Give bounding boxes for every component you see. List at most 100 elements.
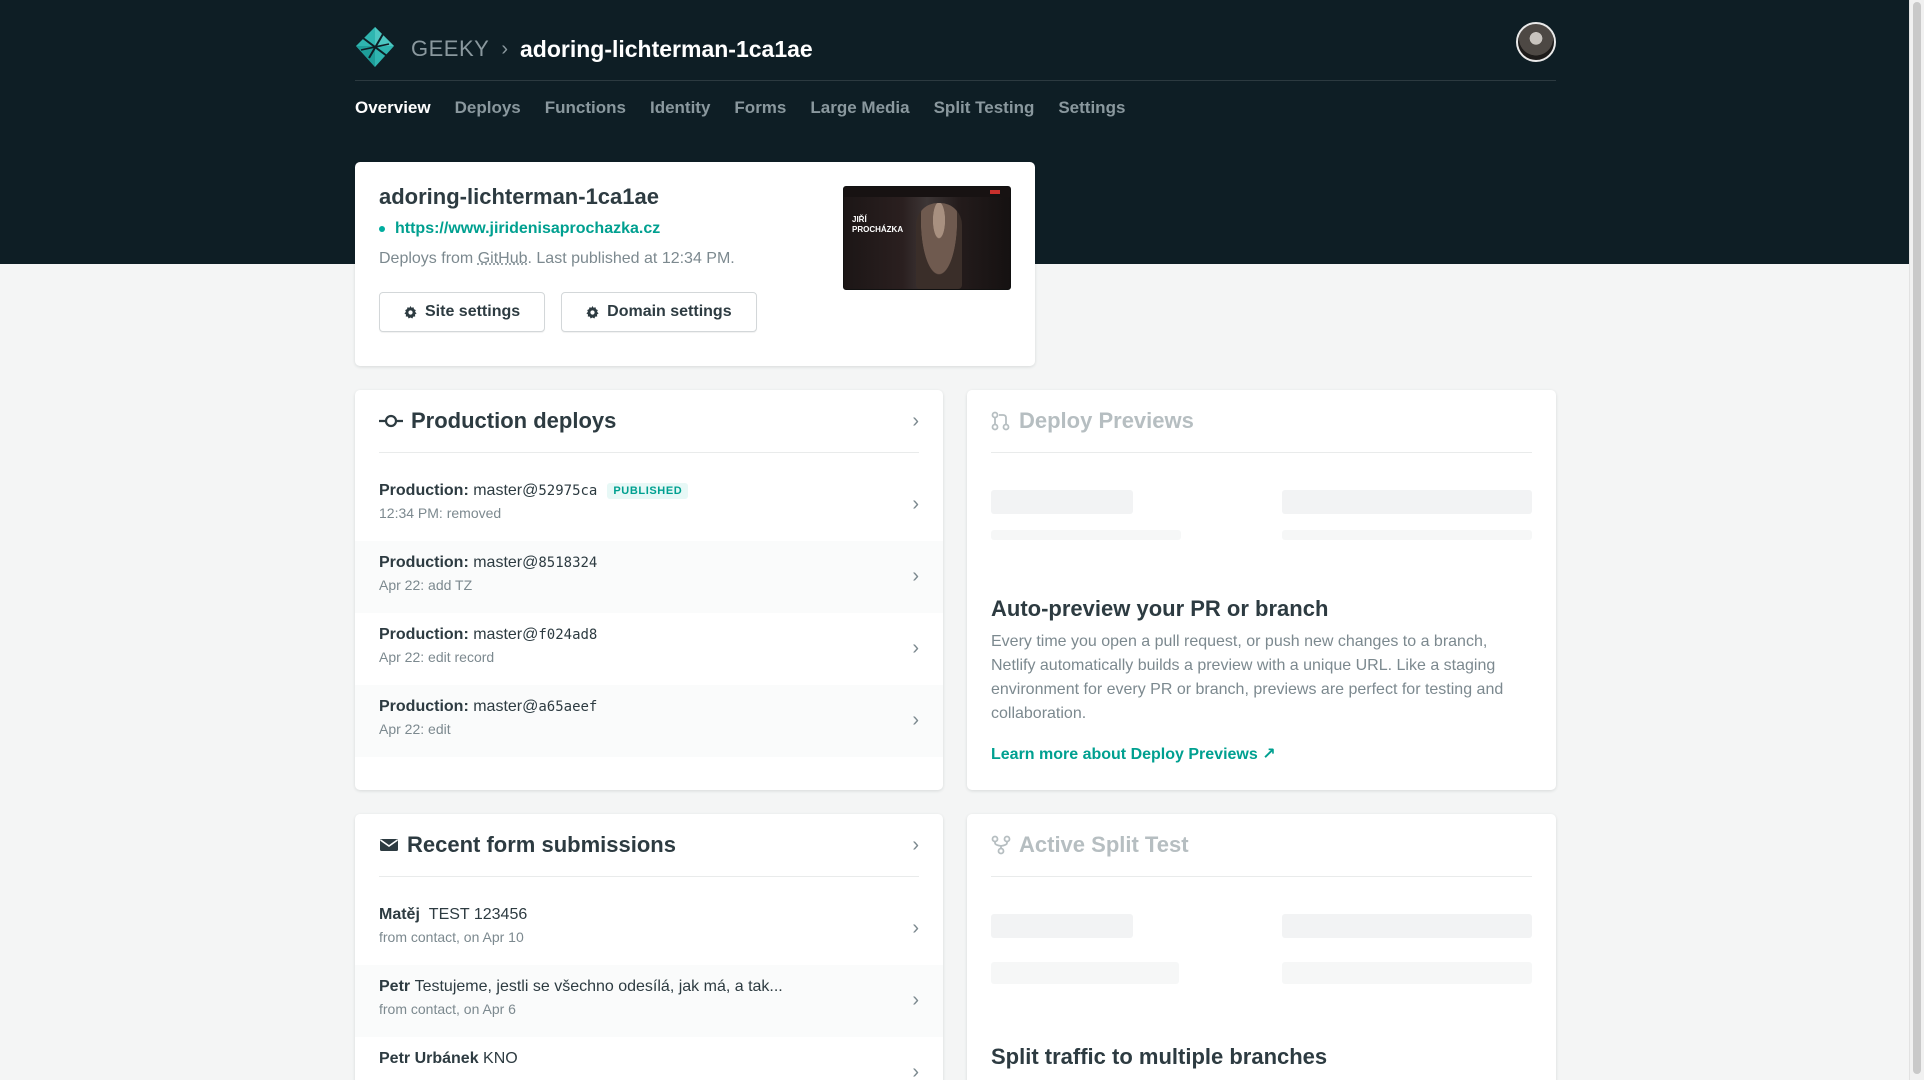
deploy-row[interactable]: Production: master@ 8518324 Apr 22: add T…	[355, 541, 943, 613]
deploy-label: Production:	[379, 554, 469, 572]
site-nav: Overview Deploys Functions Identity Form…	[355, 98, 1125, 118]
domain-settings-label: Domain settings	[607, 303, 731, 321]
tab-large-media[interactable]: Large Media	[810, 98, 909, 118]
deploy-row[interactable]: Production: master@ 52975ca PUBLISHED 12:3…	[355, 469, 943, 541]
site-url-link[interactable]: https://www.jiridenisaprochazka.cz	[395, 220, 660, 238]
form-submission-row[interactable]: Petr Testujeme, jestli se všechno odesíl…	[355, 965, 943, 1037]
scrollbar-thumb[interactable]	[1913, 2, 1921, 1074]
deploy-row[interactable]: Production: master@ a65aeef Apr 22: edit …	[355, 685, 943, 757]
split-test-title: Active Split Test	[1019, 832, 1189, 858]
github-link[interactable]: GitHub	[478, 250, 528, 267]
chevron-right-icon: ›	[912, 709, 919, 732]
submitter-name: Matěj	[379, 906, 420, 924]
deploy-previews-promo-title: Auto-preview your PR or branch	[991, 596, 1328, 622]
gear-icon	[404, 306, 417, 319]
deploy-meta: Apr 22: edit	[379, 721, 919, 737]
deploy-info-suffix: . Last published at 12:34 PM.	[528, 250, 735, 267]
chevron-right-icon: ›	[912, 917, 919, 940]
deploy-ref: master@	[473, 482, 538, 500]
deploy-hash: f024ad8	[538, 627, 597, 643]
recent-form-submissions-card: Recent form submissions › Matěj TEST 123…	[355, 814, 943, 1080]
production-deploys-header[interactable]: Production deploys ›	[379, 390, 919, 453]
deploy-hash: 52975ca	[538, 483, 597, 499]
site-header: GEEKY › adoring-lichterman-1ca1ae	[355, 18, 1556, 81]
submitter-name: Petr Urbánek	[379, 1050, 479, 1068]
tab-identity[interactable]: Identity	[650, 98, 710, 118]
deploy-previews-card: Deploy Previews Auto-preview your PR or …	[967, 390, 1556, 790]
split-test-header: Active Split Test	[991, 814, 1532, 877]
skeleton-placeholder	[991, 914, 1133, 938]
deploy-label: Production:	[379, 482, 469, 500]
team-link[interactable]: GEEKY	[411, 36, 489, 62]
deploy-meta: Apr 22: edit record	[379, 649, 919, 665]
deploy-hash: a65aeef	[538, 699, 597, 715]
skeleton-placeholder	[1282, 914, 1532, 938]
deploy-ref: master@	[473, 626, 538, 644]
breadcrumb-site-name[interactable]: adoring-lichterman-1ca1ae	[520, 36, 813, 63]
thumbnail-figure	[916, 203, 962, 289]
deploy-label: Production:	[379, 698, 469, 716]
tab-functions[interactable]: Functions	[545, 98, 626, 118]
deploy-ref: master@	[473, 698, 538, 716]
deploy-meta: Apr 22: add TZ	[379, 577, 919, 593]
chevron-right-icon: ›	[912, 637, 919, 660]
thumbnail-cta	[990, 190, 1000, 194]
form-submission-row[interactable]: Matěj TEST 123456 from contact, on Apr 1…	[355, 893, 943, 965]
tab-overview[interactable]: Overview	[355, 98, 431, 118]
site-settings-button[interactable]: Site settings	[379, 292, 545, 332]
learn-more-deploy-previews-link[interactable]: Learn more about Deploy Previews ↗	[991, 744, 1276, 764]
skeleton-placeholder	[991, 530, 1181, 540]
form-submissions-title: Recent form submissions	[407, 832, 676, 858]
form-submission-row[interactable]: Petr Urbánek KNO ›	[355, 1037, 943, 1080]
user-avatar[interactable]	[1516, 22, 1556, 62]
submission-meta: from contact, on Apr 6	[379, 1001, 919, 1017]
form-submissions-header[interactable]: Recent form submissions ›	[379, 814, 919, 877]
gear-icon	[586, 306, 599, 319]
mail-icon	[379, 837, 399, 853]
skeleton-placeholder	[1282, 530, 1532, 540]
submission-text: TEST 123456	[429, 906, 527, 924]
netlify-logo-icon[interactable]	[355, 26, 395, 68]
split-test-promo-title: Split traffic to multiple branches	[991, 1044, 1327, 1070]
thumbnail-text-last: PROCHÁZKA	[852, 225, 903, 234]
status-dot-icon	[379, 226, 385, 232]
submission-text: Testujeme, jestli se všechno odesílá, ja…	[415, 978, 783, 996]
deploy-previews-promo-text: Every time you open a pull request, or p…	[991, 630, 1531, 726]
tab-forms[interactable]: Forms	[734, 98, 786, 118]
deploy-meta: 12:34 PM: removed	[379, 505, 919, 521]
skeleton-placeholder	[991, 962, 1179, 984]
chevron-right-icon: ›	[912, 565, 919, 588]
tab-settings[interactable]: Settings	[1058, 98, 1125, 118]
deploy-previews-header: Deploy Previews	[991, 390, 1532, 453]
deploy-info-prefix: Deploys from	[379, 250, 478, 267]
site-overview-card: adoring-lichterman-1ca1ae https://www.ji…	[355, 162, 1035, 366]
thumbnail-text-first: JIŘÍ	[852, 215, 867, 224]
site-settings-label: Site settings	[425, 303, 520, 321]
deploy-label: Production:	[379, 626, 469, 644]
page-scrollbar[interactable]	[1909, 0, 1924, 1080]
deploy-row[interactable]: Production: master@ f024ad8 Apr 22: edit …	[355, 613, 943, 685]
active-split-test-card: Active Split Test Split traffic to multi…	[967, 814, 1556, 1080]
tab-split-testing[interactable]: Split Testing	[934, 98, 1035, 118]
chevron-right-icon[interactable]: ›	[912, 410, 919, 433]
deploy-hash: 8518324	[538, 555, 597, 571]
chevron-right-icon: ›	[912, 1061, 919, 1080]
production-deploys-title: Production deploys	[411, 408, 616, 434]
breadcrumb-chevron-icon: ›	[501, 38, 508, 61]
chevron-right-icon[interactable]: ›	[912, 834, 919, 857]
chevron-right-icon: ›	[912, 493, 919, 516]
pull-request-icon	[991, 411, 1011, 431]
submission-meta: from contact, on Apr 10	[379, 929, 919, 945]
thumbnail-navbar	[844, 187, 1010, 197]
site-screenshot-thumbnail[interactable]: JIŘÍ PROCHÁZKA	[843, 186, 1011, 290]
tab-deploys[interactable]: Deploys	[455, 98, 521, 118]
commit-icon	[379, 414, 403, 428]
skeleton-placeholder	[991, 490, 1133, 514]
submission-text: KNO	[483, 1050, 518, 1068]
site-actions: Site settings Domain settings	[379, 292, 1011, 332]
skeleton-placeholder	[1282, 962, 1532, 984]
domain-settings-button[interactable]: Domain settings	[561, 292, 756, 332]
production-deploys-card: Production deploys › Production: master@…	[355, 390, 943, 790]
published-badge: PUBLISHED	[607, 483, 688, 499]
branch-split-icon	[991, 835, 1011, 855]
